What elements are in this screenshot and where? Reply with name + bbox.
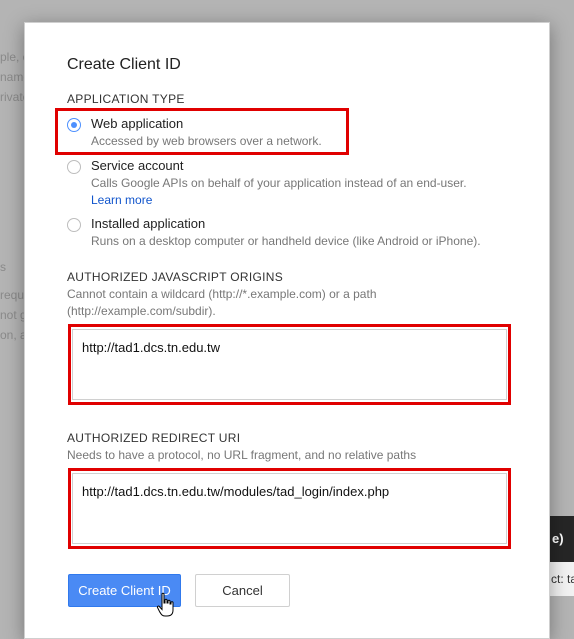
redirect-uri-input[interactable]	[72, 473, 507, 544]
radio-description-service-account: Calls Google APIs on behalf of your appl…	[91, 176, 467, 190]
background-text: s	[0, 260, 6, 274]
learn-more-link[interactable]: Learn more	[91, 193, 152, 207]
background-panel-body: ct: ta	[548, 562, 574, 596]
javascript-origins-input[interactable]	[72, 329, 507, 400]
javascript-origins-help-line2: (http://example.com/subdir).	[67, 304, 216, 318]
background-text: not g	[0, 308, 27, 322]
background-text: requ	[0, 288, 25, 302]
hand-cursor-icon	[156, 592, 174, 617]
javascript-origins-label: AUTHORIZED JAVASCRIPT ORIGINS	[67, 270, 284, 284]
background-panel-header: e)	[548, 516, 574, 562]
cancel-button[interactable]: Cancel	[195, 574, 290, 607]
redirect-uri-help: Needs to have a protocol, no URL fragmen…	[67, 448, 417, 462]
background-text: on, a	[0, 328, 27, 342]
application-type-label: APPLICATION TYPE	[67, 92, 185, 106]
javascript-origins-help-line1: Cannot contain a wildcard (http://*.exam…	[67, 287, 377, 301]
radio-label-installed-application[interactable]: Installed application	[91, 216, 205, 231]
radio-button-web-application[interactable]	[67, 118, 81, 132]
radio-description-installed-application: Runs on a desktop computer or handheld d…	[91, 234, 481, 248]
radio-description-web-application: Accessed by web browsers over a network.	[91, 134, 322, 148]
redirect-uri-label: AUTHORIZED REDIRECT URI	[67, 431, 241, 445]
radio-button-installed-application[interactable]	[67, 218, 81, 232]
radio-button-service-account[interactable]	[67, 160, 81, 174]
radio-label-service-account[interactable]: Service account	[91, 158, 184, 173]
radio-label-web-application[interactable]: Web application	[91, 116, 183, 131]
dialog-title: Create Client ID	[67, 56, 181, 73]
create-client-id-dialog: Create Client ID APPLICATION TYPE Web ap…	[24, 22, 550, 639]
